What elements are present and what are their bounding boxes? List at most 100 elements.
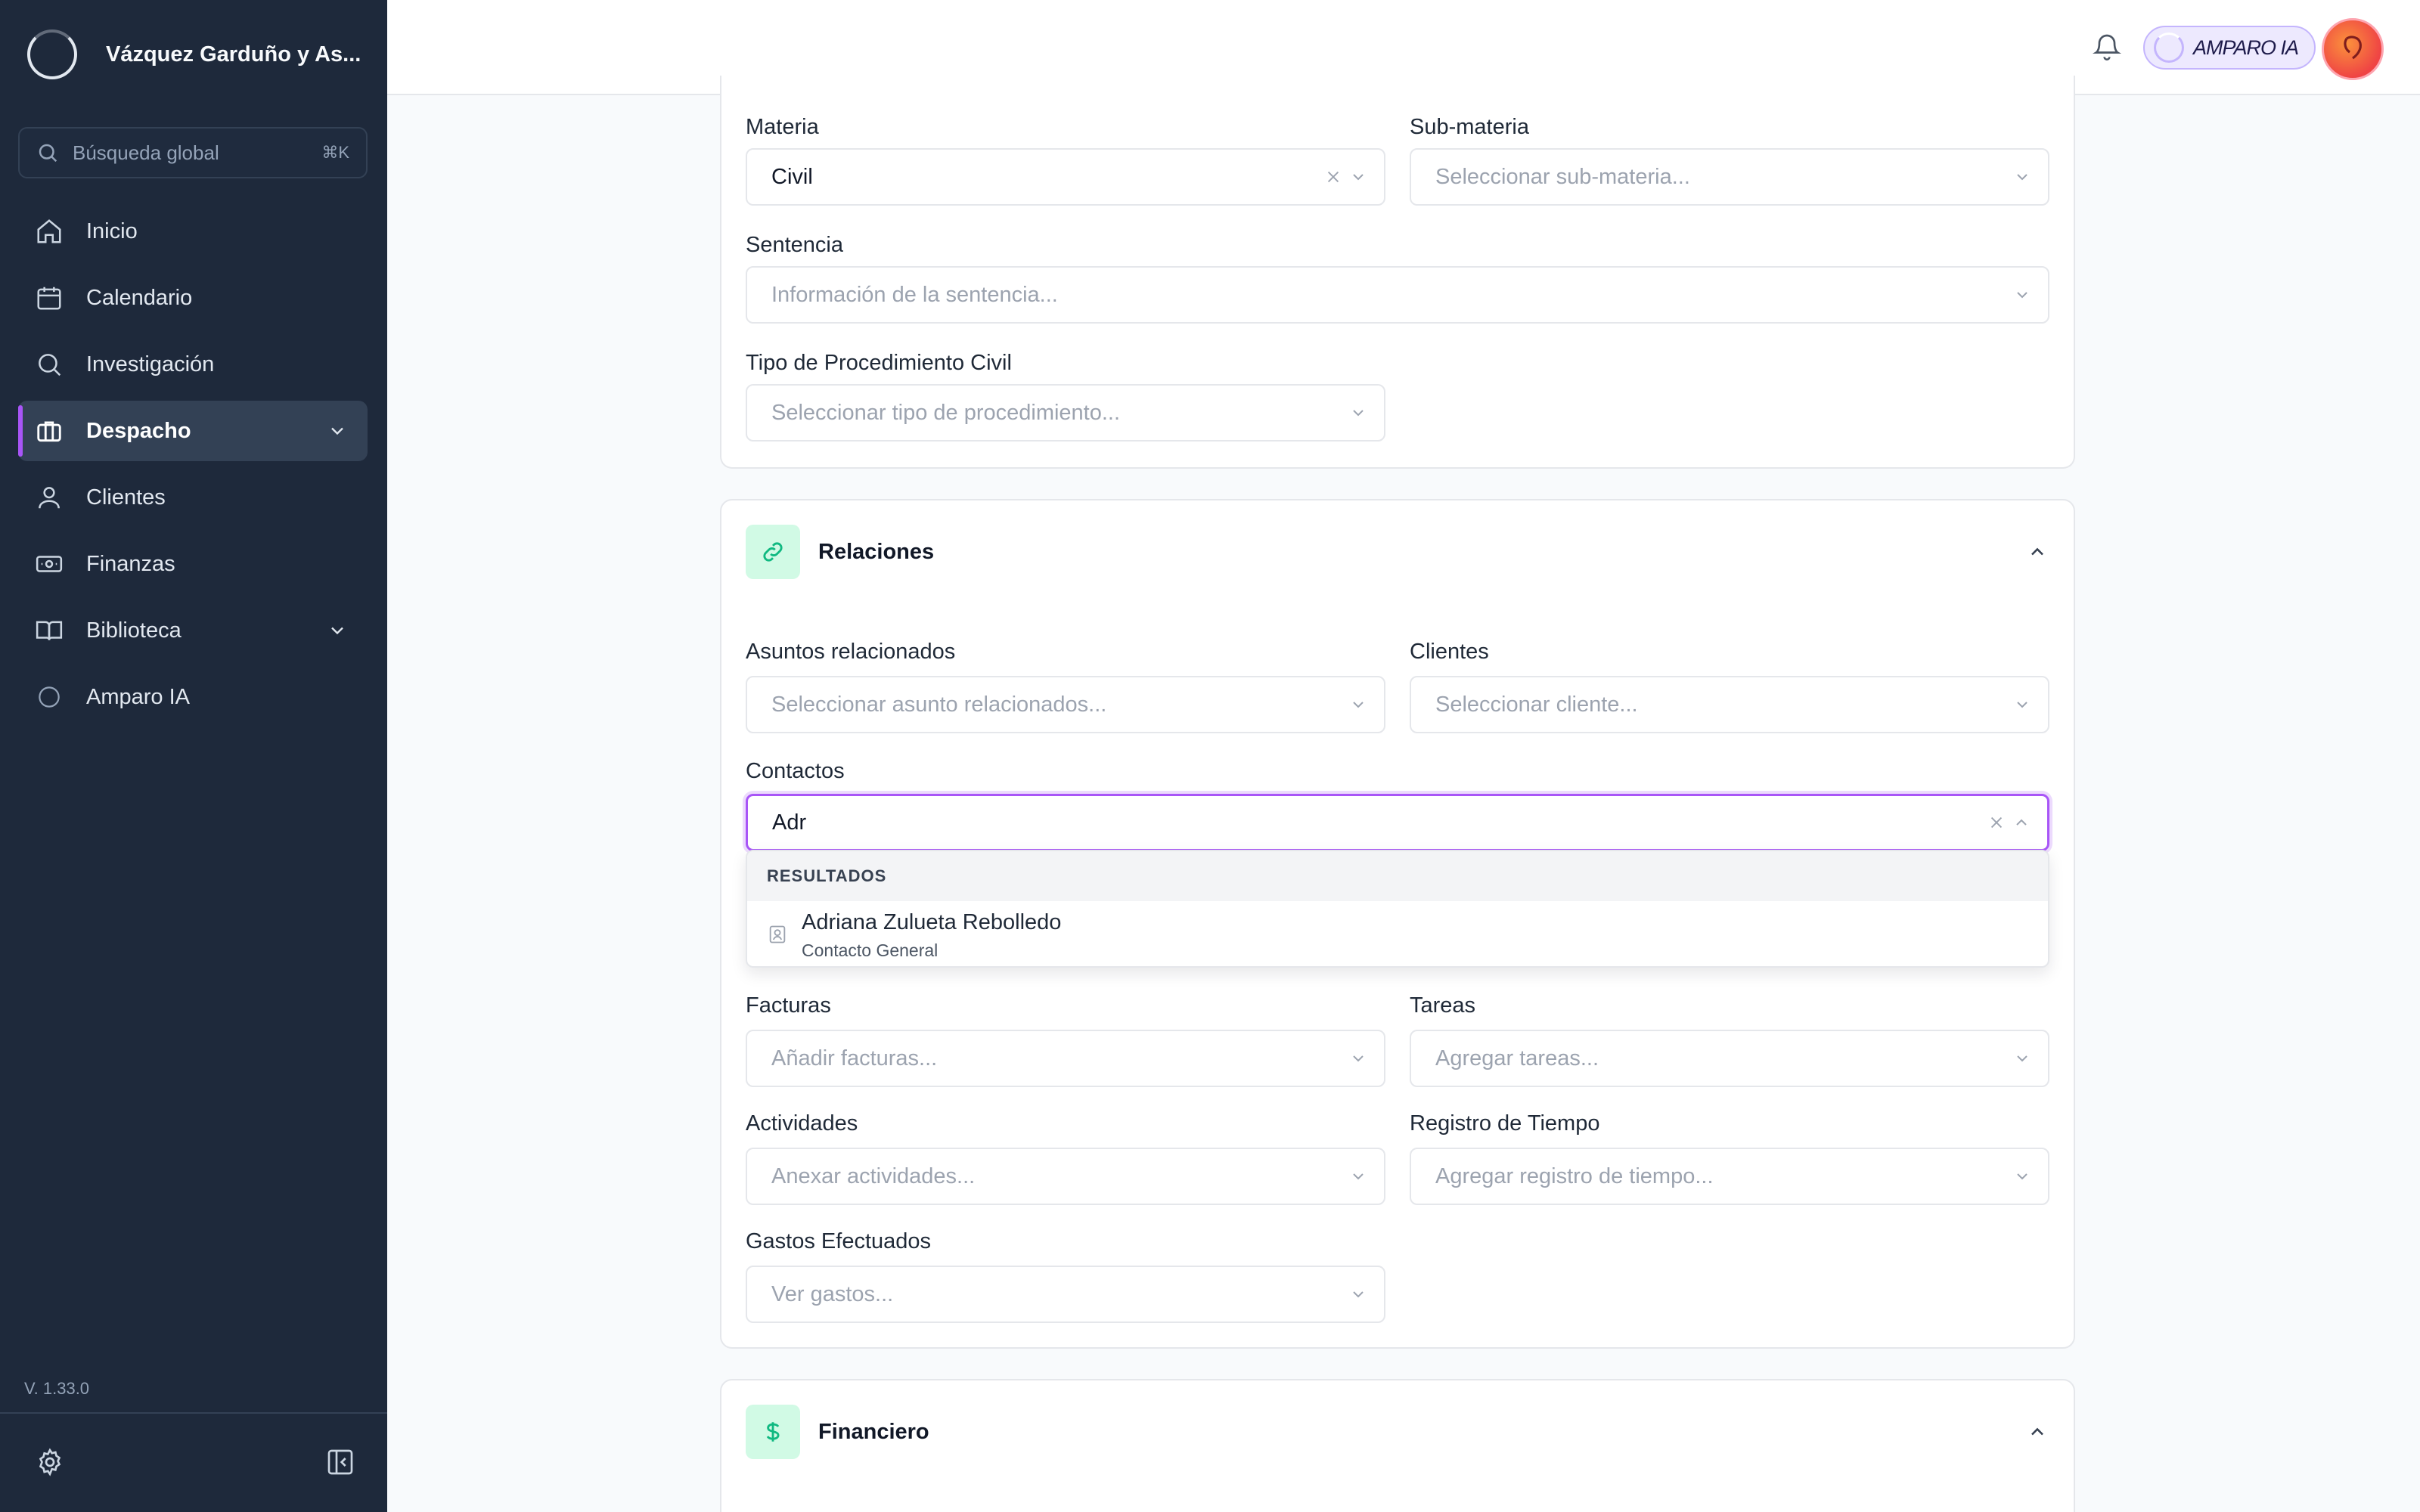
sidebar-item-label: Amparo IA — [86, 684, 190, 709]
contact-card-icon — [769, 925, 786, 943]
relaciones-title: Relaciones — [818, 539, 935, 564]
chevron-down-icon — [1353, 410, 1364, 417]
registro-tiempo-select[interactable]: Agregar registro de tiempo... — [1410, 1148, 2049, 1205]
clear-icon[interactable] — [1325, 169, 1342, 185]
chevron-down-icon — [1353, 702, 1364, 708]
money-icon — [36, 556, 63, 572]
chevron-up-icon[interactable] — [2027, 541, 2048, 562]
sentencia-placeholder: Información de la sentencia... — [771, 282, 1058, 307]
search-placeholder: Búsqueda global — [73, 141, 219, 164]
clientes-placeholder: Seleccionar cliente... — [1435, 692, 1638, 717]
tipo-procedimiento-placeholder: Seleccionar tipo de procedimiento... — [771, 400, 1121, 425]
gastos-placeholder: Ver gastos... — [771, 1281, 894, 1306]
financiero-title: Financiero — [818, 1419, 929, 1444]
calendar-icon — [37, 287, 61, 310]
sidebar-item-calendario[interactable]: Calendario — [18, 268, 368, 328]
tareas-placeholder: Agregar tareas... — [1435, 1046, 1599, 1070]
facturas-label: Facturas — [746, 993, 831, 1018]
gear-icon[interactable] — [35, 1447, 65, 1477]
global-search[interactable]: Búsqueda global ⌘K — [18, 127, 368, 178]
sidebar-nav: Inicio Calendario Investigación Despacho… — [18, 201, 368, 733]
contactos-dropdown: RESULTADOS Adriana Zulueta Rebolledo Con… — [746, 850, 2049, 968]
briefcase-icon — [37, 421, 61, 442]
chevron-down-icon[interactable] — [327, 620, 348, 641]
dropdown-header: RESULTADOS — [747, 851, 2048, 901]
home-icon — [37, 219, 61, 243]
chevron-down-icon[interactable] — [327, 420, 348, 442]
materia-select[interactable]: Civil — [746, 148, 1385, 206]
registro-tiempo-label: Registro de Tiempo — [1410, 1111, 1600, 1136]
case-details-card: Materia Civil Sub-materia Seleccionar su… — [720, 76, 2075, 469]
sentencia-select[interactable]: Información de la sentencia... — [746, 266, 2049, 324]
brand-name: Vázquez Garduño y As... — [106, 42, 361, 67]
amparo-ring-icon — [2154, 33, 2184, 63]
chevron-down-icon — [1353, 174, 1364, 181]
clientes-label: Clientes — [1410, 640, 1489, 664]
user-icon — [39, 487, 60, 509]
dollar-icon — [766, 1422, 780, 1442]
sub-materia-label: Sub-materia — [1410, 115, 1529, 139]
sidebar-item-inicio[interactable]: Inicio — [18, 201, 368, 262]
contactos-combobox[interactable]: Adr — [746, 794, 2049, 851]
search-shortcut: ⌘K — [321, 143, 349, 162]
gastos-select[interactable]: Ver gastos... — [746, 1266, 1385, 1323]
materia-value: Civil — [771, 164, 813, 189]
contactos-input-value: Adr — [772, 810, 807, 835]
materia-label: Materia — [746, 115, 819, 139]
sidebar-item-amparo-ia[interactable]: Amparo IA — [18, 667, 368, 727]
sidebar-item-biblioteca[interactable]: Biblioteca — [18, 600, 368, 661]
sidebar-item-label: Despacho — [86, 418, 191, 443]
tareas-select[interactable]: Agregar tareas... — [1410, 1030, 2049, 1087]
sidebar: Vázquez Garduño y As... Búsqueda global … — [0, 0, 387, 1512]
chevron-down-icon — [2017, 1173, 2028, 1180]
app-version: V. 1.33.0 — [24, 1379, 90, 1398]
relaciones-header[interactable]: Relaciones — [746, 525, 934, 579]
sidebar-item-label: Finanzas — [86, 551, 175, 576]
tipo-procedimiento-select[interactable]: Seleccionar tipo de procedimiento... — [746, 384, 1385, 442]
amparo-ia-button[interactable]: AMPARO IA — [2143, 26, 2316, 70]
chevron-down-icon — [2017, 292, 2028, 299]
chevron-down-icon — [1353, 1055, 1364, 1062]
sidebar-item-label: Clientes — [86, 485, 166, 510]
collapse-sidebar-icon[interactable] — [325, 1447, 355, 1477]
dropdown-option[interactable]: Adriana Zulueta Rebolledo Contacto Gener… — [747, 901, 2048, 966]
asuntos-select[interactable]: Seleccionar asunto relacionados... — [746, 676, 1385, 733]
financiero-header[interactable]: Financiero — [746, 1405, 929, 1459]
sub-materia-select[interactable]: Seleccionar sub-materia... — [1410, 148, 2049, 206]
link-icon — [763, 542, 783, 562]
facturas-select[interactable]: Añadir facturas... — [746, 1030, 1385, 1087]
sidebar-item-clientes[interactable]: Clientes — [18, 467, 368, 528]
actividades-select[interactable]: Anexar actividades... — [746, 1148, 1385, 1205]
sidebar-item-investigacion[interactable]: Investigación — [18, 334, 368, 395]
option-name: Adriana Zulueta Rebolledo — [802, 910, 1062, 934]
user-avatar[interactable] — [2322, 18, 2384, 80]
sentencia-label: Sentencia — [746, 233, 843, 257]
clientes-select[interactable]: Seleccionar cliente... — [1410, 676, 2049, 733]
bell-icon[interactable] — [2092, 32, 2122, 62]
search-icon — [39, 354, 61, 376]
actividades-placeholder: Anexar actividades... — [771, 1163, 976, 1188]
sidebar-item-label: Biblioteca — [86, 618, 182, 643]
sub-materia-placeholder: Seleccionar sub-materia... — [1435, 164, 1690, 189]
tipo-procedimiento-label: Tipo de Procedimiento Civil — [746, 351, 1012, 375]
chevron-down-icon — [2017, 702, 2028, 708]
contactos-label: Contactos — [746, 759, 845, 783]
asuntos-placeholder: Seleccionar asunto relacionados... — [771, 692, 1107, 717]
gastos-label: Gastos Efectuados — [746, 1229, 932, 1253]
sidebar-item-finanzas[interactable]: Finanzas — [18, 534, 368, 594]
chevron-down-icon — [2017, 174, 2028, 181]
amparo-ia-label: AMPARO IA — [2193, 36, 2299, 59]
chevron-down-icon — [1353, 1173, 1364, 1180]
section-icon — [746, 525, 800, 579]
actividades-label: Actividades — [746, 1111, 858, 1136]
section-icon — [746, 1405, 800, 1459]
clear-icon[interactable] — [1988, 814, 2005, 831]
chevron-down-icon — [2017, 1055, 2028, 1062]
sidebar-item-despacho[interactable]: Despacho — [18, 401, 368, 461]
option-type: Contacto General — [802, 940, 939, 960]
sidebar-item-label: Inicio — [86, 218, 138, 243]
brand[interactable]: Vázquez Garduño y As... — [27, 27, 361, 82]
brand-logo — [27, 29, 77, 79]
search-icon — [39, 144, 57, 163]
chevron-up-icon[interactable] — [2027, 1421, 2048, 1442]
